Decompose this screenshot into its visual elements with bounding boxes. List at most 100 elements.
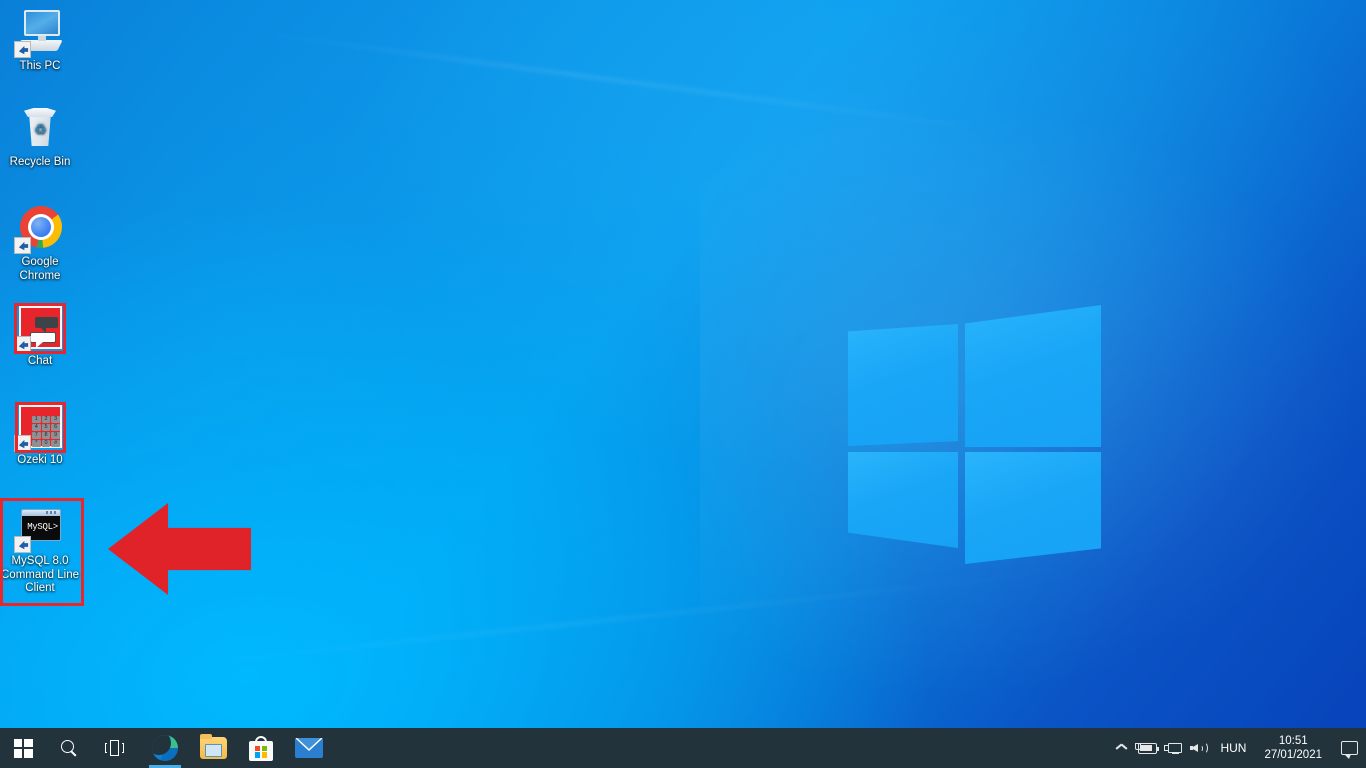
desktop[interactable]: This PC ♻ Recycle Bin Google Chrome Chat… xyxy=(0,0,1366,768)
console-prompt-text: MySQL> xyxy=(27,522,58,532)
store-tile-blue xyxy=(255,752,261,758)
clock-date: 27/01/2021 xyxy=(1264,749,1322,761)
keypad-key: 1 xyxy=(32,416,41,423)
windows-logo-pane-top-left xyxy=(848,324,958,446)
volume-button[interactable] xyxy=(1186,728,1212,768)
charging-plug-icon xyxy=(1133,741,1141,750)
start-tile xyxy=(24,738,33,747)
language-indicator[interactable]: HUN xyxy=(1212,741,1254,755)
action-center-button[interactable] xyxy=(1332,728,1366,768)
search-icon xyxy=(60,739,78,757)
network-icon xyxy=(1163,741,1183,756)
wallpaper-light-streak xyxy=(262,32,958,127)
speaker-icon xyxy=(1189,741,1209,756)
shortcut-arrow-icon xyxy=(14,435,31,452)
desktop-icon-mysql-command-line-client[interactable]: MySQL> MySQL 8.0 Command Line Client xyxy=(0,503,80,596)
show-hidden-icons-button[interactable] xyxy=(1108,728,1134,768)
desktop-icon-this-pc[interactable]: This PC xyxy=(0,8,80,74)
chat-bubble-light xyxy=(30,332,56,348)
console-title-bar xyxy=(22,510,60,516)
recycle-bin-icon: ♻ xyxy=(16,104,64,152)
keypad-key: * xyxy=(32,440,41,447)
keypad-key: 5 xyxy=(41,424,51,431)
ozeki-10-icon: 1 2 3 4 5 6 7 8 9 * 0 # xyxy=(14,402,64,452)
monitor-stand-shape xyxy=(38,36,46,41)
network-button[interactable] xyxy=(1160,728,1186,768)
task-view-left-rect xyxy=(105,743,107,753)
start-tile xyxy=(13,749,22,758)
google-chrome-icon xyxy=(14,204,64,254)
task-view-right-rect xyxy=(122,743,124,753)
task-view-button[interactable] xyxy=(92,728,138,768)
keypad-key: 8 xyxy=(41,432,51,439)
desktop-icon-chat[interactable]: Chat xyxy=(0,303,80,369)
clock-time: 10:51 xyxy=(1278,735,1308,747)
windows-logo-pane-bottom-left xyxy=(848,452,958,548)
chat-icon xyxy=(14,303,64,353)
task-view-main-rect xyxy=(110,740,119,756)
taskbar-app-mail[interactable] xyxy=(285,728,333,768)
windows-logo-pane-bottom-right xyxy=(965,452,1101,564)
shortcut-arrow-icon xyxy=(14,41,31,58)
notification-icon xyxy=(1340,741,1358,759)
network-monitor-stand xyxy=(1171,752,1179,754)
store-tile-red xyxy=(255,745,261,751)
windows-logo-wallpaper xyxy=(845,292,1105,564)
chat-bubble-dark xyxy=(35,317,58,333)
speaker-cone-shape xyxy=(1190,743,1198,752)
start-tile xyxy=(24,749,33,758)
shortcut-arrow-icon xyxy=(14,336,31,353)
shortcut-arrow-icon xyxy=(14,237,31,254)
this-pc-icon xyxy=(14,8,64,58)
desktop-icon-label: This PC xyxy=(19,60,61,72)
store-tile-green xyxy=(261,745,267,751)
keypad-key: # xyxy=(51,440,60,447)
mysql-command-line-client-icon: MySQL> xyxy=(14,503,64,553)
shortcut-arrow-icon xyxy=(14,536,31,553)
mail-icon xyxy=(295,738,323,758)
search-button[interactable] xyxy=(46,728,92,768)
desktop-icon-label: Chat xyxy=(27,355,53,367)
file-explorer-icon xyxy=(199,734,227,759)
red-pointer-arrow-shape xyxy=(108,503,251,595)
store-logo-tiles xyxy=(255,745,267,758)
keypad-key: 6 xyxy=(51,424,60,431)
battery-button[interactable] xyxy=(1134,728,1160,768)
folder-window-shape xyxy=(204,744,222,757)
start-tile xyxy=(13,738,22,747)
taskbar-app-microsoft-edge[interactable] xyxy=(141,728,189,768)
desktop-icon-label: Google Chrome xyxy=(19,256,61,282)
desktop-icon-label: Ozeki 10 xyxy=(17,454,63,466)
clock[interactable]: 10:51 27/01/2021 xyxy=(1254,734,1332,762)
speaker-wave-outer xyxy=(1200,742,1208,754)
bin-lid-shape xyxy=(24,108,56,117)
keypad-key: 4 xyxy=(32,424,41,431)
monitor-shape xyxy=(24,10,60,36)
keypad-key: 3 xyxy=(51,416,60,423)
keypad-shape: 1 2 3 4 5 6 7 8 9 * 0 # xyxy=(32,416,60,447)
battery-level-fill xyxy=(1139,744,1152,751)
desktop-icon-ozeki-10[interactable]: 1 2 3 4 5 6 7 8 9 * 0 # Ozeki 10 xyxy=(0,402,80,468)
system-tray[interactable]: HUN 10:51 27/01/2021 xyxy=(1108,728,1366,768)
wallpaper-light-streak xyxy=(182,577,998,667)
chrome-blue-circle xyxy=(31,217,51,237)
taskbar[interactable]: HUN 10:51 27/01/2021 xyxy=(0,728,1366,768)
windows-logo-pane-top-right xyxy=(965,305,1101,447)
keypad-key: 0 xyxy=(41,440,51,447)
start-button[interactable] xyxy=(0,728,46,768)
desktop-icon-label: MySQL 8.0 Command Line Client xyxy=(1,555,79,594)
taskbar-app-microsoft-store[interactable] xyxy=(237,728,285,768)
keypad-key: 2 xyxy=(41,416,51,423)
task-view-icon xyxy=(105,740,125,756)
desktop-icon-recycle-bin[interactable]: ♻ Recycle Bin xyxy=(0,104,80,170)
battery-icon xyxy=(1134,742,1160,754)
microsoft-store-icon xyxy=(249,735,273,761)
windows-start-icon xyxy=(13,738,33,758)
taskbar-app-file-explorer[interactable] xyxy=(189,728,237,768)
red-pointer-arrow xyxy=(108,503,251,595)
keypad-key: 7 xyxy=(32,432,41,439)
desktop-icon-label: Recycle Bin xyxy=(9,156,71,168)
recycle-symbol-icon: ♻ xyxy=(34,121,47,137)
network-monitor-shape xyxy=(1167,742,1182,753)
desktop-icon-google-chrome[interactable]: Google Chrome xyxy=(0,204,80,283)
